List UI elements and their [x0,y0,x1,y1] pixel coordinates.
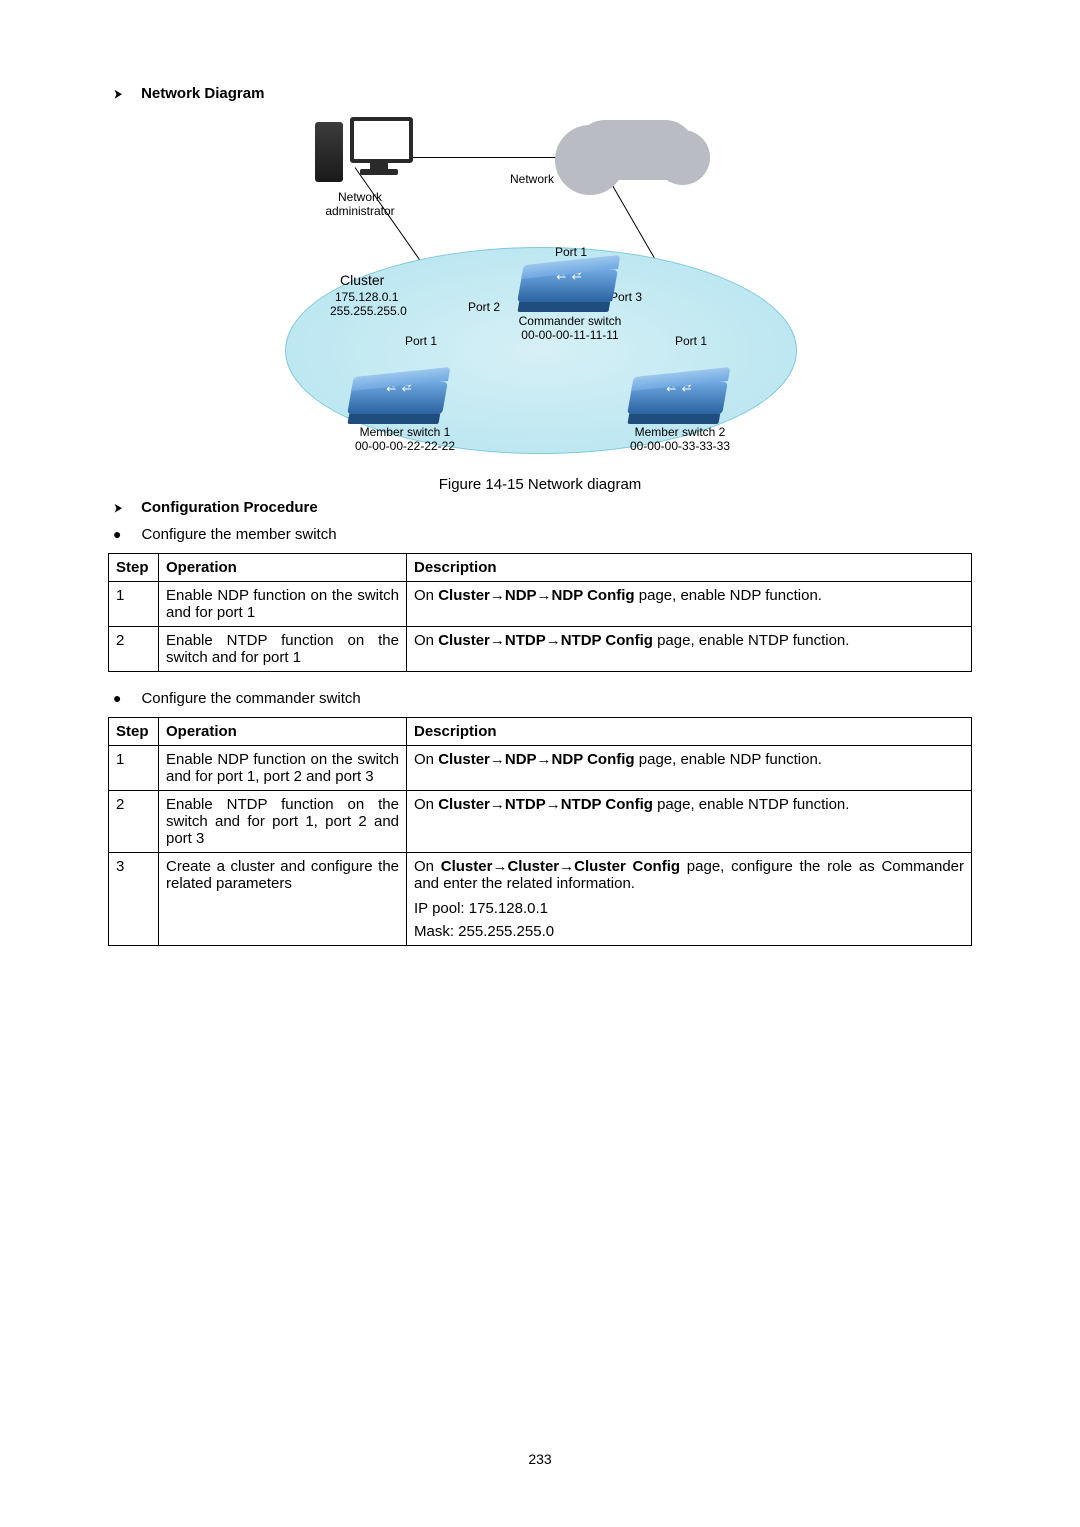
member2-label-line1: Member switch 2 [620,425,740,439]
table-row: 2 Enable NTDP function on the switch and… [109,791,972,853]
cell-description: On Cluster→NDP→NDP Config page, enable N… [407,582,972,627]
pc-label: Network administrator [310,190,410,218]
network-diagram: Network administrator Network Cluster 17… [275,112,805,462]
member-switch-table: Step Operation Description 1 Enable NDP … [108,553,972,672]
desc-pre: On [414,796,438,813]
commander-mac: 00-00-00-11-11-11 [510,328,630,342]
section-title: Network Diagram [141,85,264,102]
cell-operation: Enable NTDP function on the switch and f… [159,791,407,853]
col-description: Description [407,554,972,582]
bullet-text: Configure the commander switch [141,690,360,707]
member-switch-2-icon: ⇄ ⇄ [627,382,728,414]
col-operation: Operation [159,718,407,746]
bullet-icon: ● [113,690,121,707]
cell-step: 3 [109,853,159,946]
bullet-icon: ● [113,526,121,543]
cluster-ip: 175.128.0.1 [335,290,398,304]
commander-switch-table: Step Operation Description 1 Enable NDP … [108,717,972,946]
desc-bold: Cluster→NDP→NDP Config [438,751,634,768]
desc-post: page, enable NTDP function. [653,632,850,649]
cluster-title: Cluster [340,272,384,288]
cell-step: 1 [109,582,159,627]
desc-bold: Cluster→NTDP→NTDP Config [438,796,653,813]
figure-caption: Figure 14-15 Network diagram [108,476,972,493]
port-label: Port 2 [468,300,500,314]
cell-operation: Create a cluster and configure the relat… [159,853,407,946]
table-header-row: Step Operation Description [109,554,972,582]
desc-pre: On [414,858,441,875]
table-header-row: Step Operation Description [109,718,972,746]
port-label: Port 1 [675,334,707,348]
bullet-text: Configure the member switch [141,526,336,543]
cell-step: 2 [109,791,159,853]
bullet-member-switch: ● Configure the member switch [108,526,972,543]
page-number: 233 [0,1451,1080,1467]
desc-post: page, enable NDP function. [635,587,822,604]
port-label: Port 1 [555,245,587,259]
chevron-right-icon: ➤ [114,501,122,515]
col-step: Step [109,554,159,582]
desc-pre: On [414,587,438,604]
cell-description: On Cluster→Cluster→Cluster Config page, … [407,853,972,946]
cluster-mask: 255.255.255.0 [330,304,407,318]
cell-step: 1 [109,746,159,791]
section-title: Configuration Procedure [141,499,318,516]
commander-label: Commander switch 00-00-00-11-11-11 [510,314,630,342]
pc-icon [315,117,405,187]
desc-post: page, enable NTDP function. [653,796,850,813]
cell-step: 2 [109,627,159,672]
cloud-label: Network [510,172,554,186]
port-label: Port 1 [405,334,437,348]
member2-mac: 00-00-00-33-33-33 [620,439,740,453]
member1-label: Member switch 1 00-00-00-22-22-22 [345,425,465,453]
cell-description: On Cluster→NTDP→NTDP Config page, enable… [407,627,972,672]
cell-description: On Cluster→NDP→NDP Config page, enable N… [407,746,972,791]
bullet-commander-switch: ● Configure the commander switch [108,690,972,707]
cell-operation: Enable NDP function on the switch and fo… [159,582,407,627]
commander-label-line1: Commander switch [510,314,630,328]
desc-bold: Cluster→NDP→NDP Config [438,587,634,604]
cell-operation: Enable NTDP function on the switch and f… [159,627,407,672]
network-cloud-icon [575,120,695,180]
member1-label-line1: Member switch 1 [345,425,465,439]
table-row: 3 Create a cluster and configure the rel… [109,853,972,946]
cell-operation: Enable NDP function on the switch and fo… [159,746,407,791]
pc-label-line1: Network [310,190,410,204]
member-switch-1-icon: ⇄ ⇄ [347,382,448,414]
desc-line3: Mask: 255.255.255.0 [414,923,964,940]
desc-line2: IP pool: 175.128.0.1 [414,900,964,917]
col-step: Step [109,718,159,746]
port-label: Port 3 [610,290,642,304]
col-operation: Operation [159,554,407,582]
desc-bold: Cluster→NTDP→NTDP Config [438,632,653,649]
table-row: 1 Enable NDP function on the switch and … [109,582,972,627]
table-row: 2 Enable NTDP function on the switch and… [109,627,972,672]
member1-mac: 00-00-00-22-22-22 [345,439,465,453]
member2-label: Member switch 2 00-00-00-33-33-33 [620,425,740,453]
commander-switch-icon: ⇄ ⇄ [517,270,618,302]
desc-post: page, enable NDP function. [635,751,822,768]
desc-pre: On [414,751,438,768]
desc-pre: On [414,632,438,649]
col-description: Description [407,718,972,746]
section-heading-config-procedure: ➤ Configuration Procedure [108,499,972,516]
pc-label-line2: administrator [310,204,410,218]
table-row: 1 Enable NDP function on the switch and … [109,746,972,791]
chevron-right-icon: ➤ [114,87,122,101]
cell-description: On Cluster→NTDP→NTDP Config page, enable… [407,791,972,853]
desc-bold: Cluster→Cluster→Cluster Config [441,858,680,875]
section-heading-network-diagram: ➤ Network Diagram [108,85,972,102]
